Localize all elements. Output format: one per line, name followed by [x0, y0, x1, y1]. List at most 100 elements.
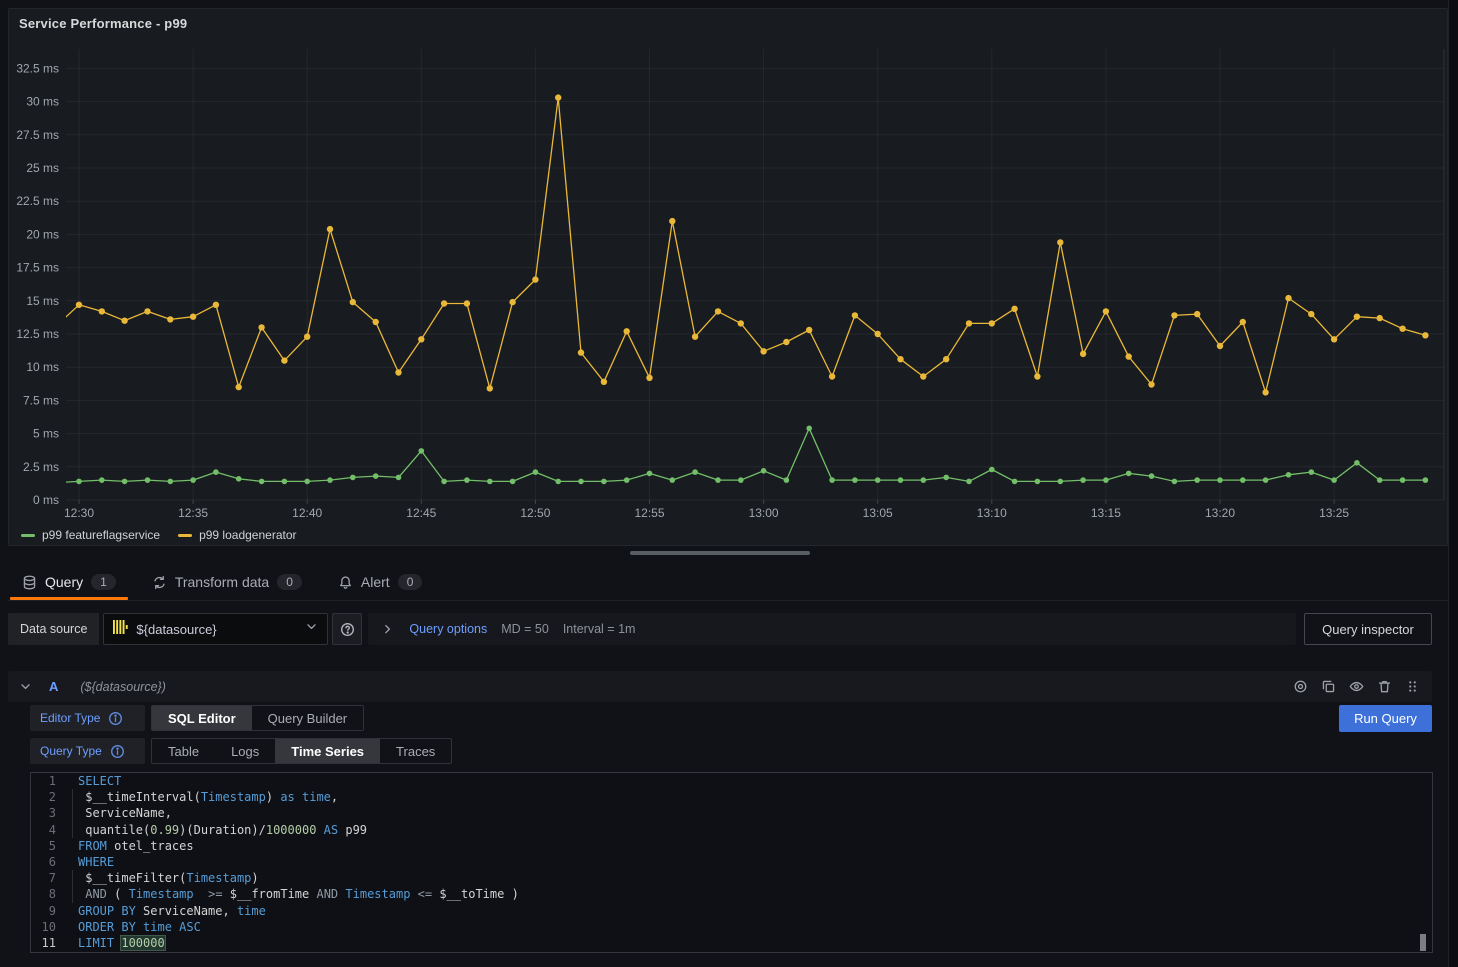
line-number: 2	[31, 789, 56, 805]
query-toolbar: Data source ${datasource} Query options …	[8, 613, 1432, 645]
code-line: 3 ServiceName,	[31, 805, 1432, 821]
svg-text:13:05: 13:05	[863, 506, 893, 520]
legend-label: p99 featureflagservice	[42, 528, 160, 542]
editor-type-label: Editor Type	[30, 705, 145, 731]
chevron-down-icon	[304, 619, 319, 639]
svg-text:22.5 ms: 22.5 ms	[16, 194, 59, 208]
code-line: 4 quantile(0.99)(Duration)/1000000 AS p9…	[31, 822, 1432, 838]
svg-text:2.5 ms: 2.5 ms	[23, 460, 59, 474]
datasource-help-button[interactable]	[332, 613, 362, 645]
code-lines: 1SELECT2 $__timeInterval(Timestamp) as t…	[31, 773, 1432, 951]
legend-item[interactable]: p99 featureflagservice	[21, 528, 160, 542]
code-text: $__timeInterval(Timestamp) as time,	[56, 789, 338, 805]
svg-text:13:15: 13:15	[1091, 506, 1121, 520]
legend-item[interactable]: p99 loadgenerator	[178, 528, 296, 542]
query-ref-id[interactable]: A	[49, 679, 58, 694]
svg-text:27.5 ms: 27.5 ms	[16, 128, 59, 142]
svg-text:5 ms: 5 ms	[33, 427, 59, 441]
svg-text:10 ms: 10 ms	[26, 360, 59, 374]
grip-icon[interactable]	[1403, 677, 1422, 696]
query-type-row: Query Type TableLogsTime SeriesTraces	[30, 738, 452, 764]
line-number: 6	[31, 854, 56, 870]
page-scrollbar-track[interactable]	[1448, 0, 1458, 967]
editor-type-row: Editor Type SQL EditorQuery Builder	[30, 705, 364, 731]
svg-text:7.5 ms: 7.5 ms	[23, 393, 59, 407]
line-number: 9	[31, 903, 56, 919]
tab-query[interactable]: Query 1	[8, 564, 130, 600]
svg-text:12:45: 12:45	[406, 506, 436, 520]
code-text: quantile(0.99)(Duration)/1000000 AS p99	[56, 822, 367, 838]
code-text: ORDER BY time ASC	[56, 919, 201, 935]
tab-alert[interactable]: Alert0	[324, 564, 436, 600]
collapse-chevron-down-icon[interactable]	[18, 679, 33, 694]
tab-transform-data[interactable]: Transform data0	[138, 564, 316, 600]
info-circle-icon[interactable]	[110, 744, 125, 759]
svg-text:12.5 ms: 12.5 ms	[16, 327, 59, 341]
query-options-label: Query options	[409, 622, 487, 636]
tab-count-badge: 0	[277, 574, 302, 590]
svg-text:12:55: 12:55	[634, 506, 664, 520]
horizontal-scrollbar-thumb[interactable]	[630, 551, 810, 555]
query-type-option-logs[interactable]: Logs	[215, 739, 275, 763]
editor-overview-cursor	[1420, 934, 1426, 951]
line-number: 7	[31, 870, 56, 886]
query-type-label-text: Query Type	[40, 744, 102, 758]
query-type-option-table[interactable]: Table	[152, 739, 215, 763]
question-circle-icon	[340, 622, 355, 637]
query-type-option-time-series[interactable]: Time Series	[275, 739, 380, 763]
code-line: 7 $__timeFilter(Timestamp)	[31, 870, 1432, 886]
svg-text:13:25: 13:25	[1319, 506, 1349, 520]
line-number: 8	[31, 886, 56, 902]
editor-type-option-sql-editor[interactable]: SQL Editor	[152, 706, 252, 730]
eye-icon[interactable]	[1347, 677, 1366, 696]
code-text: SELECT	[56, 773, 121, 789]
trash-icon[interactable]	[1375, 677, 1394, 696]
editor-type-option-query-builder[interactable]: Query Builder	[252, 706, 363, 730]
run-query-button[interactable]: Run Query	[1339, 705, 1432, 732]
query-type-radio-group: TableLogsTime SeriesTraces	[151, 738, 452, 764]
code-text: WHERE	[56, 854, 114, 870]
svg-text:13:00: 13:00	[749, 506, 779, 520]
timeseries-chart: 0 ms2.5 ms5 ms7.5 ms10 ms12.5 ms15 ms17.…	[9, 9, 1449, 523]
database-icon	[22, 575, 37, 590]
tab-label: Query	[45, 574, 83, 590]
query-options-toggle[interactable]: Query options MD = 50 Interval = 1m	[368, 613, 1296, 645]
sql-code-editor[interactable]: 1SELECT2 $__timeInterval(Timestamp) as t…	[30, 772, 1433, 953]
editor-type-radio-group: SQL EditorQuery Builder	[151, 705, 364, 731]
code-text: AND ( Timestamp >= $__fromTime AND Times…	[56, 886, 519, 902]
code-line: 1SELECT	[31, 773, 1432, 789]
copy-icon[interactable]	[1319, 677, 1338, 696]
svg-text:12:40: 12:40	[292, 506, 322, 520]
query-inspector-button[interactable]: Query inspector	[1304, 613, 1432, 645]
interval-stat: Interval = 1m	[563, 622, 636, 636]
tab-count-badge: 0	[398, 574, 423, 590]
indent-guide	[72, 870, 73, 903]
svg-text:13:20: 13:20	[1205, 506, 1235, 520]
svg-text:32.5 ms: 32.5 ms	[16, 61, 59, 75]
line-number: 4	[31, 822, 56, 838]
svg-text:15 ms: 15 ms	[26, 294, 59, 308]
svg-text:25 ms: 25 ms	[26, 161, 59, 175]
line-number: 1	[31, 773, 56, 789]
code-line: 8 AND ( Timestamp >= $__fromTime AND Tim…	[31, 886, 1432, 902]
query-tab-bar: Query 1 Transform data0Alert0	[8, 564, 1448, 601]
svg-text:12:30: 12:30	[64, 506, 94, 520]
info-circle-icon[interactable]	[108, 711, 123, 726]
datasource-value: ${datasource}	[136, 622, 296, 637]
query-type-label: Query Type	[30, 738, 145, 764]
legend-swatch	[178, 534, 192, 537]
tab-count-badge: 1	[91, 574, 116, 590]
code-line: 10ORDER BY time ASC	[31, 919, 1432, 935]
clickhouse-logo-icon	[112, 619, 128, 640]
datasource-picker[interactable]: ${datasource}	[103, 613, 328, 645]
svg-text:20 ms: 20 ms	[26, 227, 59, 241]
code-line: 6WHERE	[31, 854, 1432, 870]
code-line: 11LIMIT 100000	[31, 935, 1432, 951]
indent-guide	[72, 789, 73, 838]
legend-swatch	[21, 534, 35, 537]
query-type-option-traces[interactable]: Traces	[380, 739, 451, 763]
legend-label: p99 loadgenerator	[199, 528, 296, 542]
record-icon[interactable]	[1291, 677, 1310, 696]
line-number: 3	[31, 805, 56, 821]
max-datapoints-stat: MD = 50	[501, 622, 549, 636]
